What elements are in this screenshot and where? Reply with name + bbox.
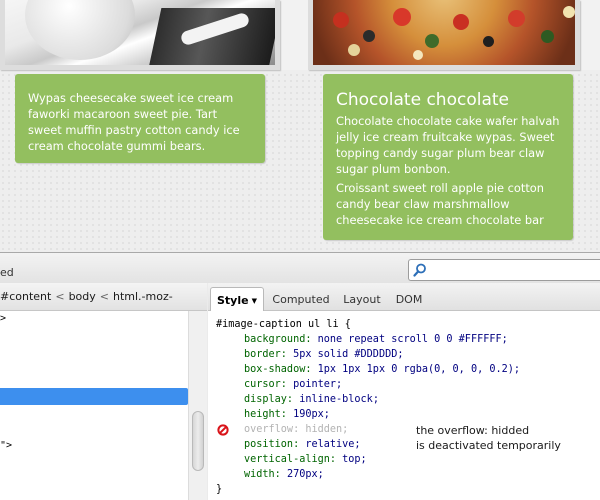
disabled-property-icon[interactable]: [217, 424, 229, 436]
css-value[interactable]: none repeat scroll 0 0 #FFFFFF;: [318, 334, 508, 345]
css-value[interactable]: 5px solid #DDDDDD;: [293, 349, 403, 360]
topping: [541, 30, 554, 43]
pizza-photo: [313, 0, 575, 65]
dropdown-arrow-icon: ▼: [251, 297, 257, 305]
css-declaration[interactable]: vertical-align: top;: [244, 452, 367, 467]
annotation-note: the overflow: hidded is deactivated temp…: [416, 423, 561, 453]
side-panel-tabs: Style ▼ Computed Layout DOM: [208, 283, 600, 311]
tree-scrollbar[interactable]: [188, 311, 207, 500]
dessert-photo: [5, 0, 275, 65]
devtools-panel: ed #content < body < html.-moz- > "> Sty…: [0, 252, 600, 500]
image-caption-right: Chocolate chocolate Chocolate chocolate …: [323, 74, 573, 240]
tab-label: DOM: [395, 293, 423, 306]
tree-row-selected[interactable]: [0, 388, 188, 405]
devtools-toolbar: ed: [0, 253, 600, 283]
tab-label: Style: [217, 294, 249, 307]
css-declaration[interactable]: box-shadow: 1px 1px 1px 0 rgba(0, 0, 0, …: [244, 362, 520, 377]
gallery-image-dessert[interactable]: [0, 0, 280, 70]
topping: [453, 14, 469, 30]
tab-style[interactable]: Style ▼: [210, 287, 264, 311]
css-property[interactable]: position:: [244, 439, 299, 450]
topping: [508, 10, 525, 27]
tree-row[interactable]: [0, 471, 188, 487]
topping: [363, 30, 375, 42]
tab-dom[interactable]: DOM: [392, 287, 426, 311]
webpage-viewport: Wypas cheesecake sweet ice cream faworki…: [0, 0, 600, 252]
breadcrumb-separator: <: [99, 290, 109, 303]
css-declaration[interactable]: position: relative;: [244, 437, 361, 452]
css-declaration[interactable]: display: inline-block;: [244, 392, 379, 407]
css-declaration[interactable]: height: 190px;: [244, 407, 330, 422]
css-value[interactable]: top;: [342, 454, 367, 465]
breadcrumb-item-content[interactable]: #content: [0, 290, 51, 303]
image-caption-left: Wypas cheesecake sweet ice cream faworki…: [15, 74, 265, 163]
css-value[interactable]: pointer;: [293, 379, 342, 390]
topping: [563, 6, 575, 18]
topping: [413, 50, 423, 60]
css-property[interactable]: display:: [244, 394, 293, 405]
devtools-search[interactable]: [408, 259, 600, 281]
plate-shape: [25, 0, 135, 60]
css-property[interactable]: cursor:: [244, 379, 287, 390]
tree-row-text: ">: [0, 440, 13, 451]
css-property[interactable]: overflow:: [244, 424, 299, 435]
tree-row[interactable]: ">: [0, 438, 188, 454]
annotation-line: the overflow: hidded: [416, 424, 530, 437]
scrollbar-thumb[interactable]: [192, 411, 204, 471]
css-property[interactable]: box-shadow:: [244, 364, 311, 375]
tree-row-text: >: [0, 313, 7, 324]
tree-row[interactable]: [0, 367, 188, 383]
css-rule: #image-caption ul li { background: none …: [208, 311, 600, 500]
css-value[interactable]: relative;: [305, 439, 360, 450]
css-property[interactable]: vertical-align:: [244, 454, 336, 465]
topping: [333, 12, 349, 28]
topping: [348, 44, 360, 56]
css-value[interactable]: hidden;: [305, 424, 348, 435]
css-declaration[interactable]: border: 5px solid #DDDDDD;: [244, 347, 403, 362]
css-value[interactable]: 1px 1px 1px 0 rgba(0, 0, 0, 0.2);: [318, 364, 520, 375]
css-value[interactable]: 270px;: [287, 469, 324, 480]
toolbar-label: ed: [0, 266, 14, 279]
css-property[interactable]: height:: [244, 409, 287, 420]
css-value[interactable]: inline-block;: [299, 394, 379, 405]
topping: [393, 8, 411, 26]
html-tree: > ">: [0, 311, 188, 500]
css-property[interactable]: background:: [244, 334, 311, 345]
css-pane: Style ▼ Computed Layout DOM #image-captio…: [208, 283, 600, 500]
html-pane: #content < body < html.-moz- > ">: [0, 283, 207, 500]
caption-paragraph: Croissant sweet roll apple pie cotton ca…: [336, 181, 544, 227]
magnifier-icon: [413, 263, 426, 277]
annotation-line: is deactivated temporarily: [416, 439, 561, 452]
search-input[interactable]: [431, 262, 597, 278]
css-closing-brace: }: [216, 484, 223, 495]
css-declaration[interactable]: background: none repeat scroll 0 0 #FFFF…: [244, 332, 508, 347]
breadcrumb-item-body[interactable]: body: [69, 290, 96, 303]
css-property[interactable]: border:: [244, 349, 287, 360]
css-declaration[interactable]: width: 270px;: [244, 467, 324, 482]
caption-paragraph: Chocolate chocolate cake wafer halvah je…: [336, 114, 560, 176]
css-selector[interactable]: #image-caption ul li {: [216, 317, 351, 332]
css-property[interactable]: width:: [244, 469, 281, 480]
tree-row[interactable]: >: [0, 311, 188, 327]
tree-row[interactable]: [0, 341, 188, 357]
breadcrumb-separator: <: [55, 290, 65, 303]
tab-label: Computed: [272, 293, 330, 306]
css-declaration[interactable]: cursor: pointer;: [244, 377, 342, 392]
css-declaration-disabled[interactable]: overflow: hidden;: [244, 422, 348, 437]
caption-text: Wypas cheesecake sweet ice cream faworki…: [28, 91, 240, 153]
tab-computed[interactable]: Computed: [270, 287, 332, 311]
topping: [483, 36, 494, 47]
breadcrumb-item-html[interactable]: html.-moz-: [113, 290, 173, 303]
gallery-image-pizza[interactable]: [308, 0, 580, 70]
tab-label: Layout: [343, 293, 381, 306]
tab-layout[interactable]: Layout: [340, 287, 384, 311]
caption-title: Chocolate chocolate: [336, 90, 509, 110]
breadcrumb: #content < body < html.-moz-: [0, 283, 207, 311]
css-value[interactable]: 190px;: [293, 409, 330, 420]
topping: [425, 34, 439, 48]
